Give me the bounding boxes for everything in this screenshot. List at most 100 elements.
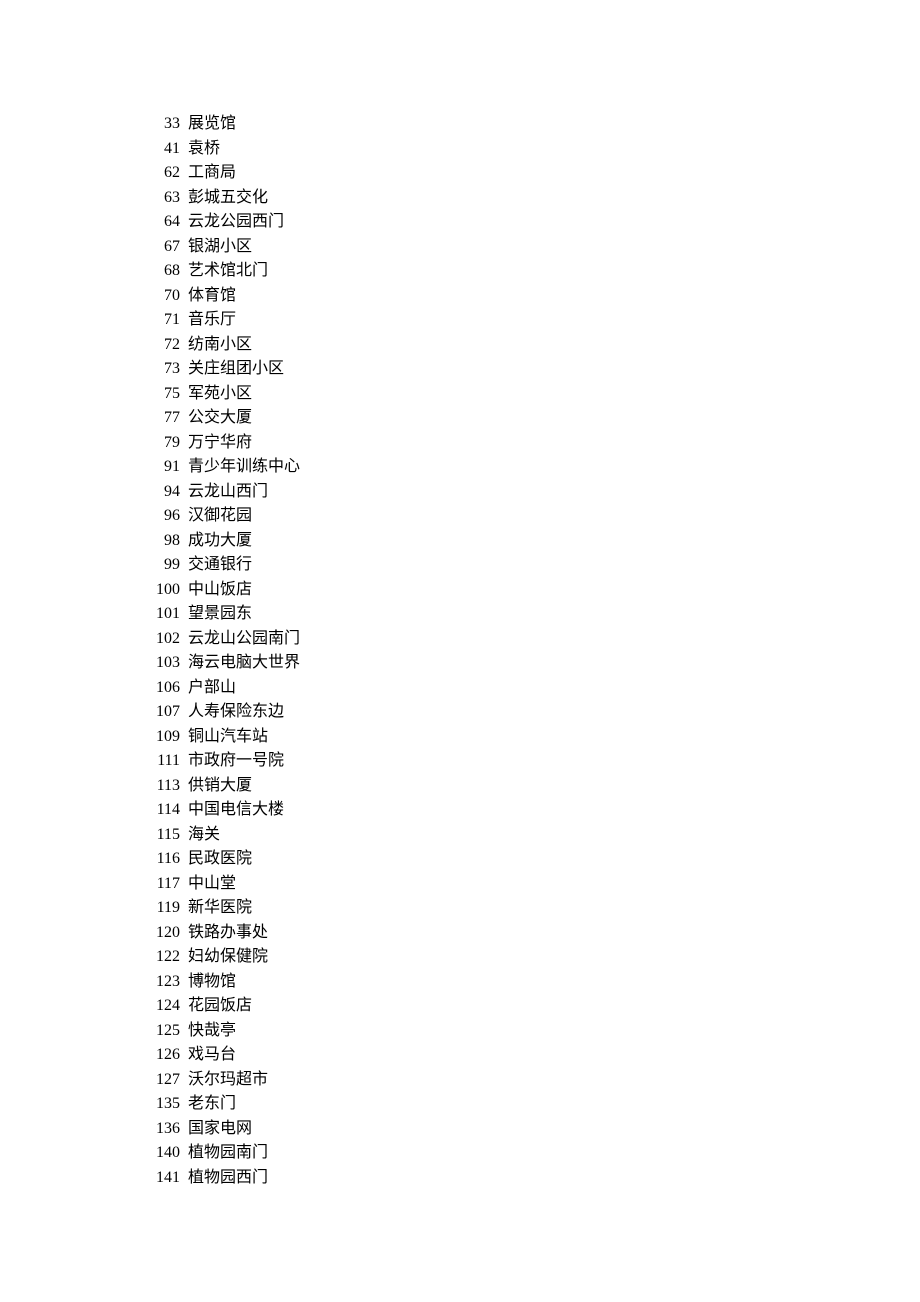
list-item-label: 彭城五交化	[188, 186, 268, 211]
list-item-number: 120	[146, 921, 180, 946]
list-item: 70体育馆	[146, 284, 920, 309]
list-item-label: 铁路办事处	[188, 921, 268, 946]
list-item: 41袁桥	[146, 137, 920, 162]
list-item-label: 妇幼保健院	[188, 945, 268, 970]
list-item: 113 供销大厦	[146, 774, 920, 799]
list-item-label: 青少年训练中心	[188, 455, 300, 480]
list-item-number: 117	[146, 872, 180, 897]
list-item-label: 花园饭店	[188, 994, 252, 1019]
list-item-number: 119	[146, 896, 180, 921]
list-item: 103海云电脑大世界	[146, 651, 920, 676]
list-item-label: 万宁华府	[188, 431, 252, 456]
list-item-number: 123	[146, 970, 180, 995]
location-list: 33展览馆41袁桥62工商局63彭城五交化64云龙公园西门67银湖小区68艺术馆…	[0, 0, 920, 1190]
list-item-label: 交通银行	[188, 553, 252, 578]
list-item: 79 万宁华府	[146, 431, 920, 456]
list-item: 124花园饭店	[146, 994, 920, 1019]
list-item: 68 艺术馆北门	[146, 259, 920, 284]
list-item: 98成功大厦	[146, 529, 920, 554]
list-item-number: 94	[146, 480, 180, 505]
list-item: 99交通银行	[146, 553, 920, 578]
list-item-label: 展览馆	[188, 112, 236, 137]
list-item: 127沃尔玛超市	[146, 1068, 920, 1093]
list-item-label: 新华医院	[188, 896, 252, 921]
list-item-number: 140	[146, 1141, 180, 1166]
list-item-label: 关庄组团小区	[188, 357, 284, 382]
list-item-label: 云龙山公园南门	[188, 627, 300, 652]
list-item-label: 工商局	[188, 161, 236, 186]
list-item: 100中山饭店	[146, 578, 920, 603]
list-item-number: 126	[146, 1043, 180, 1068]
list-item-number: 136	[146, 1117, 180, 1142]
list-item-label: 云龙山西门	[188, 480, 268, 505]
list-item: 71 音乐厅	[146, 308, 920, 333]
list-item: 94 云龙山西门	[146, 480, 920, 505]
list-item-number: 102	[146, 627, 180, 652]
list-item: 117 中山堂	[146, 872, 920, 897]
list-item-number: 62	[146, 161, 180, 186]
list-item: 106户部山	[146, 676, 920, 701]
list-item: 91 青少年训练中心	[146, 455, 920, 480]
list-item-number: 106	[146, 676, 180, 701]
list-item-label: 快哉亭	[188, 1019, 236, 1044]
list-item-number: 114	[146, 798, 180, 823]
list-item-number: 116	[146, 847, 180, 872]
list-item-number: 77	[146, 406, 180, 431]
list-item-label: 银湖小区	[188, 235, 252, 260]
list-item-number: 71	[146, 308, 180, 333]
list-item-number: 72	[146, 333, 180, 358]
list-item-label: 博物馆	[188, 970, 236, 995]
list-item-number: 96	[146, 504, 180, 529]
list-item-label: 中山饭店	[188, 578, 252, 603]
list-item-number: 68	[146, 259, 180, 284]
list-item-number: 101	[146, 602, 180, 627]
list-item-label: 中国电信大楼	[188, 798, 284, 823]
list-item-label: 中山堂	[188, 872, 236, 897]
list-item-number: 98	[146, 529, 180, 554]
list-item-number: 135	[146, 1092, 180, 1117]
list-item-number: 109	[146, 725, 180, 750]
list-item-label: 市政府一号院	[188, 749, 284, 774]
list-item-number: 79	[146, 431, 180, 456]
list-item-label: 望景园东	[188, 602, 252, 627]
list-item-label: 供销大厦	[188, 774, 252, 799]
list-item: 75 军苑小区	[146, 382, 920, 407]
list-item: 101 望景园东	[146, 602, 920, 627]
list-item-label: 民政医院	[188, 847, 252, 872]
list-item-number: 125	[146, 1019, 180, 1044]
list-item: 120 铁路办事处	[146, 921, 920, 946]
list-item: 140植物园南门	[146, 1141, 920, 1166]
list-item-label: 体育馆	[188, 284, 236, 309]
list-item-label: 老东门	[188, 1092, 236, 1117]
list-item-number: 41	[146, 137, 180, 162]
list-item: 63彭城五交化	[146, 186, 920, 211]
list-item-number: 103	[146, 651, 180, 676]
list-item-label: 沃尔玛超市	[188, 1068, 268, 1093]
list-item: 122 妇幼保健院	[146, 945, 920, 970]
list-item-label: 铜山汽车站	[188, 725, 268, 750]
list-item: 72 纺南小区	[146, 333, 920, 358]
list-item-number: 113	[146, 774, 180, 799]
list-item: 62 工商局	[146, 161, 920, 186]
list-item: 107人寿保险东边	[146, 700, 920, 725]
list-item-number: 73	[146, 357, 180, 382]
list-item-label: 音乐厅	[188, 308, 236, 333]
list-item-number: 122	[146, 945, 180, 970]
list-item: 114 中国电信大楼	[146, 798, 920, 823]
list-item-label: 纺南小区	[188, 333, 252, 358]
list-item-number: 141	[146, 1166, 180, 1191]
list-item-number: 91	[146, 455, 180, 480]
list-item: 64云龙公园西门	[146, 210, 920, 235]
list-item-number: 75	[146, 382, 180, 407]
list-item: 135 老东门	[146, 1092, 920, 1117]
list-item-label: 人寿保险东边	[188, 700, 284, 725]
list-item-label: 国家电网	[188, 1117, 252, 1142]
list-item: 125 快哉亭	[146, 1019, 920, 1044]
list-item: 67银湖小区	[146, 235, 920, 260]
list-item-label: 植物园西门	[188, 1166, 268, 1191]
list-item: 111市政府一号院	[146, 749, 920, 774]
list-item-label: 军苑小区	[188, 382, 252, 407]
list-item-label: 艺术馆北门	[188, 259, 268, 284]
list-item: 77公交大厦	[146, 406, 920, 431]
list-item-label: 海关	[188, 823, 220, 848]
